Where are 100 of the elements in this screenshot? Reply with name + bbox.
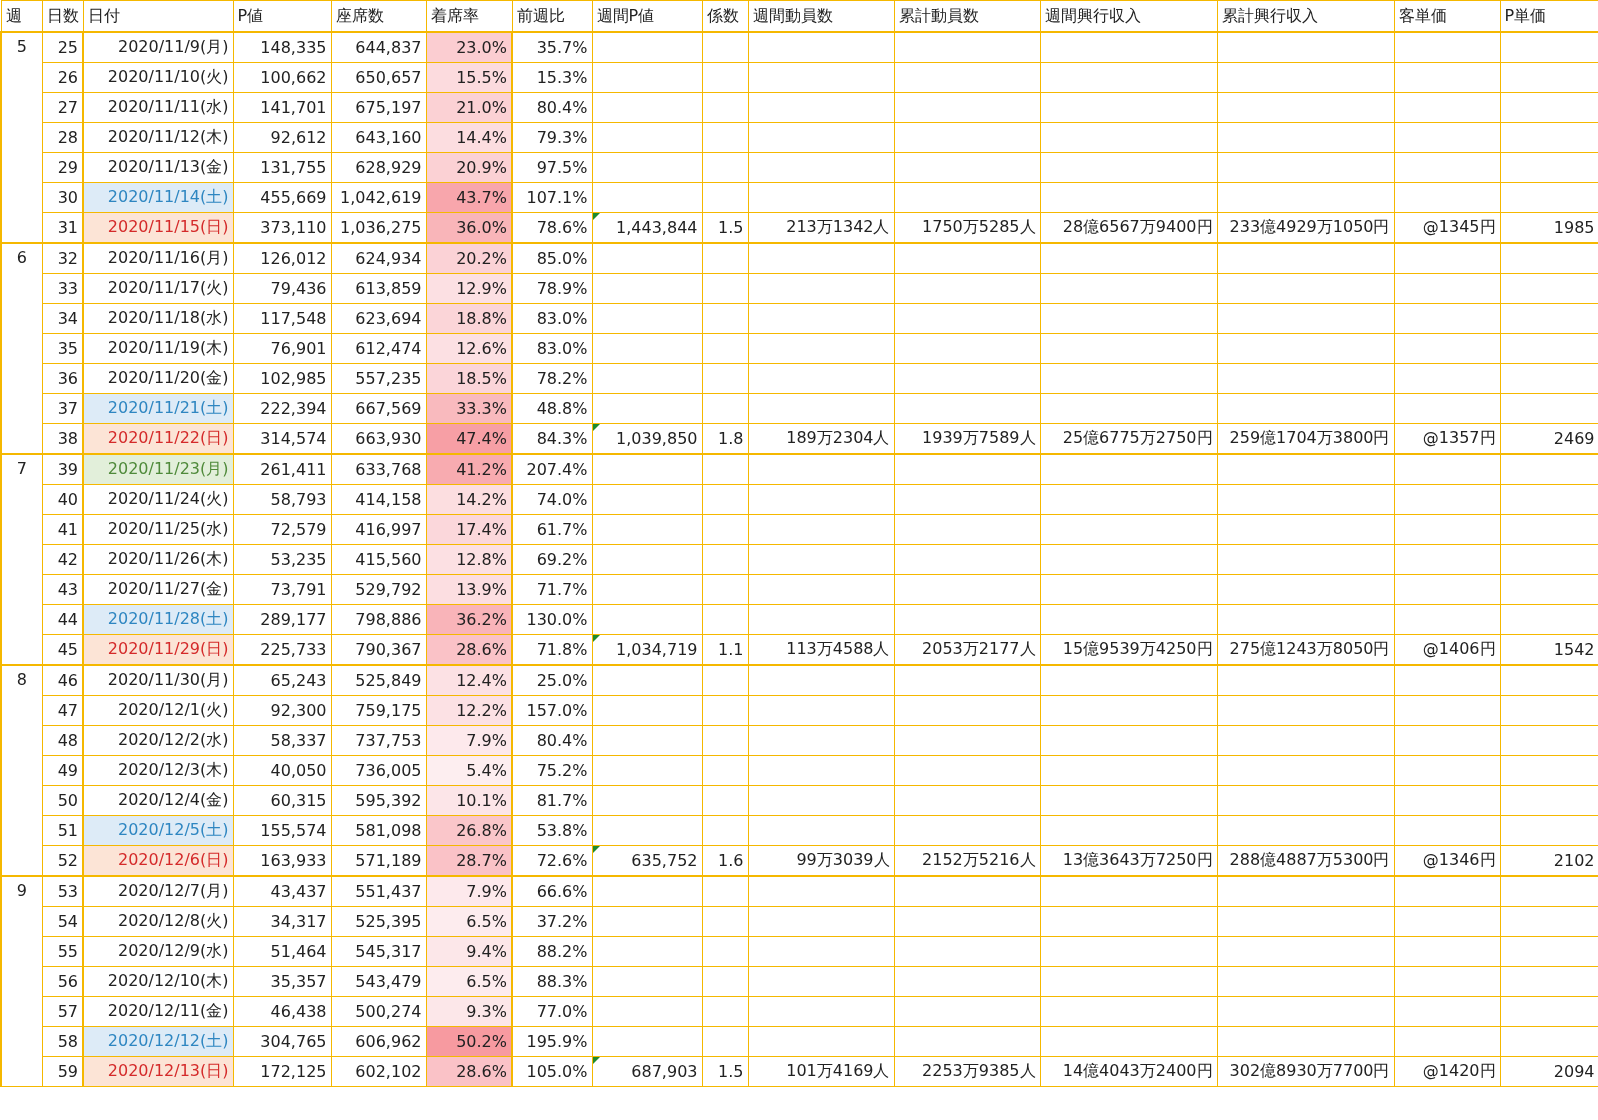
date-cell: 2020/11/18(水) <box>83 303 233 334</box>
p-value-cell: 58,793 <box>233 484 331 515</box>
date-cell: 2020/11/23(月) <box>83 454 233 485</box>
seats-cell: 667,569 <box>331 393 426 424</box>
column-header: 週間動員数 <box>748 0 894 32</box>
p-value-cell: 148,335 <box>233 32 331 63</box>
column-header: 累計動員数 <box>894 0 1040 32</box>
occupancy-cell: 9.3% <box>426 996 512 1027</box>
p-value-cell: 92,300 <box>233 695 331 726</box>
date-cell: 2020/11/12(木) <box>83 122 233 153</box>
occupancy-cell: 6.5% <box>426 906 512 937</box>
weekly-p-value-cell: 635,752 <box>592 845 702 876</box>
p-value-cell: 72,579 <box>233 514 331 545</box>
revenue-per-customer-cell: @1420円 <box>1394 1056 1500 1087</box>
occupancy-cell: 41.2% <box>426 454 512 485</box>
date-cell: 2020/11/9(月) <box>83 32 233 63</box>
occupancy-cell: 15.5% <box>426 62 512 93</box>
occupancy-cell: 20.2% <box>426 243 512 274</box>
occupancy-cell: 13.9% <box>426 574 512 605</box>
p-value-cell: 222,394 <box>233 393 331 424</box>
p-value-cell: 73,791 <box>233 574 331 605</box>
p-value-cell: 155,574 <box>233 815 331 846</box>
seats-cell: 595,392 <box>331 785 426 816</box>
p-value-cell: 65,243 <box>233 665 331 696</box>
p-value-cell: 46,438 <box>233 996 331 1027</box>
occupancy-cell: 18.5% <box>426 363 512 394</box>
occupancy-cell: 43.7% <box>426 182 512 213</box>
date-cell: 2020/12/12(土) <box>83 1026 233 1057</box>
date-cell: 2020/11/19(木) <box>83 333 233 364</box>
p-value-cell: 172,125 <box>233 1056 331 1087</box>
date-cell: 2020/11/10(火) <box>83 62 233 93</box>
occupancy-cell: 20.9% <box>426 152 512 183</box>
date-cell: 2020/11/11(水) <box>83 92 233 123</box>
occupancy-cell: 12.6% <box>426 333 512 364</box>
p-value-cell: 51,464 <box>233 936 331 967</box>
week-over-week-cell: 15.3% <box>512 62 592 93</box>
occupancy-cell: 18.8% <box>426 303 512 334</box>
occupancy-cell: 6.5% <box>426 966 512 997</box>
p-value-cell: 60,315 <box>233 785 331 816</box>
week-over-week-cell: 79.3% <box>512 122 592 153</box>
week-cell: 8 <box>1 665 42 876</box>
p-value-cell: 289,177 <box>233 604 331 635</box>
week-over-week-cell: 77.0% <box>512 996 592 1027</box>
occupancy-cell: 50.2% <box>426 1026 512 1057</box>
seats-cell: 545,317 <box>331 936 426 967</box>
date-cell: 2020/11/26(木) <box>83 544 233 575</box>
column-header: 客単価 <box>1394 0 1500 32</box>
seats-cell: 1,042,619 <box>331 182 426 213</box>
seats-cell: 633,768 <box>331 454 426 485</box>
week-over-week-cell: 69.2% <box>512 544 592 575</box>
date-cell: 2020/11/24(火) <box>83 484 233 515</box>
occupancy-cell: 23.0% <box>426 32 512 63</box>
column-header: 日付 <box>83 0 233 32</box>
column-header: 前週比 <box>512 0 592 32</box>
date-cell: 2020/12/9(水) <box>83 936 233 967</box>
occupancy-cell: 12.9% <box>426 273 512 304</box>
week-over-week-cell: 105.0% <box>512 1056 592 1087</box>
seats-cell: 525,849 <box>331 665 426 696</box>
column-header: 係数 <box>702 0 748 32</box>
seats-cell: 606,962 <box>331 1026 426 1057</box>
date-cell: 2020/11/14(土) <box>83 182 233 213</box>
weekly-p-value-cell: 1,034,719 <box>592 634 702 665</box>
weekly-p-value-cell: 1,039,850 <box>592 423 702 454</box>
day-count-cell: 53 <box>42 876 83 907</box>
seats-cell: 643,160 <box>331 122 426 153</box>
seats-cell: 414,158 <box>331 484 426 515</box>
date-cell: 2020/11/21(土) <box>83 393 233 424</box>
seats-cell: 759,175 <box>331 695 426 726</box>
seats-cell: 628,929 <box>331 152 426 183</box>
date-cell: 2020/12/2(水) <box>83 725 233 756</box>
occupancy-cell: 17.4% <box>426 514 512 545</box>
column-header: 日数 <box>42 0 83 32</box>
date-cell: 2020/12/7(月) <box>83 876 233 907</box>
week-over-week-cell: 83.0% <box>512 303 592 334</box>
seats-cell: 415,560 <box>331 544 426 575</box>
p-value-cell: 79,436 <box>233 273 331 304</box>
seats-cell: 737,753 <box>331 725 426 756</box>
week-over-week-cell: 88.2% <box>512 936 592 967</box>
week-over-week-cell: 78.9% <box>512 273 592 304</box>
week-over-week-cell: 53.8% <box>512 815 592 846</box>
p-value-cell: 141,701 <box>233 92 331 123</box>
seats-cell: 529,792 <box>331 574 426 605</box>
occupancy-cell: 14.4% <box>426 122 512 153</box>
week-cell: 7 <box>1 454 42 665</box>
date-cell: 2020/12/8(火) <box>83 906 233 937</box>
seats-cell: 612,474 <box>331 333 426 364</box>
occupancy-cell: 7.9% <box>426 876 512 907</box>
column-header: 週間P値 <box>592 0 702 32</box>
coefficient-cell: 1.5 <box>702 1056 748 1087</box>
date-cell: 2020/12/3(木) <box>83 755 233 786</box>
occupancy-cell: 14.2% <box>426 484 512 515</box>
seats-cell: 602,102 <box>331 1056 426 1087</box>
week-over-week-cell: 81.7% <box>512 785 592 816</box>
occupancy-cell: 12.8% <box>426 544 512 575</box>
p-value-cell: 117,548 <box>233 303 331 334</box>
occupancy-cell: 28.6% <box>426 1056 512 1087</box>
weekly-revenue-cell: 14億4043万2400円 <box>1040 1056 1217 1087</box>
date-cell: 2020/12/13(日) <box>83 1056 233 1087</box>
total-attendance-cell: 2253万9385人 <box>894 1056 1040 1087</box>
p-value-cell: 304,765 <box>233 1026 331 1057</box>
